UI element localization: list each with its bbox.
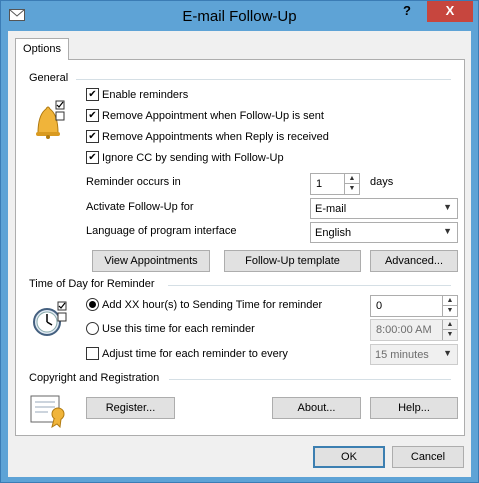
- checkbox-box[interactable]: [86, 109, 99, 122]
- spinner-down-icon[interactable]: ▼: [443, 306, 457, 316]
- checkbox-label: Enable reminders: [102, 88, 189, 101]
- certificate-ribbon-icon: [30, 395, 65, 428]
- add-hours-spinner[interactable]: 0 ▲ ▼: [370, 295, 458, 317]
- register-button[interactable]: Register...: [86, 397, 175, 419]
- general-divider: [76, 79, 451, 80]
- cancel-button[interactable]: Cancel: [392, 446, 464, 468]
- enable-reminders-checkbox[interactable]: Enable reminders: [86, 88, 188, 101]
- add-hours-radio[interactable]: Add XX hour(s) to Sending Time for remin…: [86, 298, 322, 311]
- spinner-arrows[interactable]: ▲ ▼: [442, 320, 457, 340]
- options-tab-panel: General Enable reminders Remove Appointm…: [15, 59, 465, 436]
- followup-template-button[interactable]: Follow-Up template: [224, 250, 361, 272]
- spinner-up-icon[interactable]: ▲: [443, 296, 457, 306]
- activate-followup-select[interactable]: E-mail ▼: [310, 198, 458, 219]
- select-value: English: [315, 227, 352, 239]
- activate-followup-label: Activate Follow-Up for: [86, 201, 194, 213]
- tab-options[interactable]: Options: [15, 38, 69, 60]
- checkbox-box[interactable]: [86, 347, 99, 360]
- spinner-down-icon[interactable]: ▼: [443, 330, 457, 340]
- general-group-label: General: [29, 72, 69, 84]
- dialog-window: E-mail Follow-Up ? X Options General Ena…: [0, 0, 479, 483]
- chevron-down-icon[interactable]: ▼: [443, 226, 452, 236]
- checkbox-box[interactable]: [86, 151, 99, 164]
- spinner-up-icon[interactable]: ▲: [443, 320, 457, 330]
- reminder-time-spinner[interactable]: 8:00:00 AM ▲ ▼: [370, 319, 458, 341]
- checkbox-box[interactable]: [86, 130, 99, 143]
- help-button[interactable]: Help...: [370, 397, 458, 419]
- reminder-occurs-label: Reminder occurs in: [86, 176, 181, 188]
- clock-checklist-icon: [33, 301, 67, 336]
- help-titlebar-button[interactable]: ?: [388, 1, 426, 22]
- checkbox-box[interactable]: [86, 88, 99, 101]
- language-select[interactable]: English ▼: [310, 222, 458, 243]
- spinner-arrows[interactable]: ▲ ▼: [442, 296, 457, 316]
- checkbox-label: Ignore CC by sending with Follow-Up: [102, 151, 284, 164]
- bell-checklist-icon: [36, 100, 65, 139]
- spinner-value[interactable]: 8:00:00 AM: [376, 324, 432, 336]
- select-value: 15 minutes: [375, 349, 429, 361]
- remove-on-sent-checkbox[interactable]: Remove Appointment when Follow-Up is sen…: [86, 109, 324, 122]
- adjust-interval-select[interactable]: 15 minutes ▼: [370, 344, 458, 365]
- ignore-cc-checkbox[interactable]: Ignore CC by sending with Follow-Up: [86, 151, 284, 164]
- spinner-up-icon[interactable]: ▲: [345, 174, 359, 184]
- spinner-value[interactable]: 0: [376, 300, 382, 312]
- adjust-time-checkbox[interactable]: Adjust time for each reminder to every: [86, 347, 288, 360]
- select-value: E-mail: [315, 203, 347, 215]
- days-unit-label: days: [370, 176, 394, 188]
- remove-on-reply-checkbox[interactable]: Remove Appointments when Reply is receiv…: [86, 130, 329, 143]
- radio-label: Add XX hour(s) to Sending Time for remin…: [102, 298, 323, 311]
- chevron-down-icon[interactable]: ▼: [443, 348, 452, 358]
- close-window-button[interactable]: X: [427, 1, 473, 22]
- checkbox-label: Adjust time for each reminder to every: [102, 347, 288, 360]
- checkbox-label: Remove Appointments when Reply is receiv…: [102, 130, 329, 143]
- copyright-group-label: Copyright and Registration: [29, 372, 160, 384]
- copyright-divider: [169, 379, 451, 380]
- spinner-down-icon[interactable]: ▼: [345, 184, 359, 194]
- chevron-down-icon[interactable]: ▼: [443, 202, 452, 212]
- time-of-day-divider: [168, 285, 451, 286]
- checkbox-label: Remove Appointment when Follow-Up is sen…: [102, 109, 324, 122]
- view-appointments-button[interactable]: View Appointments: [92, 250, 210, 272]
- advanced-button[interactable]: Advanced...: [370, 250, 458, 272]
- time-of-day-group-label: Time of Day for Reminder: [29, 278, 155, 290]
- about-button[interactable]: About...: [272, 397, 361, 419]
- language-label: Language of program interface: [86, 225, 237, 237]
- dialog-client-area: Options General Enable reminders Remove …: [8, 31, 471, 477]
- reminder-days-spinner[interactable]: 1 ▲ ▼: [310, 173, 360, 195]
- use-time-radio[interactable]: Use this time for each reminder: [86, 322, 255, 335]
- radio-dot[interactable]: [86, 298, 99, 311]
- radio-label: Use this time for each reminder: [102, 322, 255, 335]
- radio-dot[interactable]: [86, 322, 99, 335]
- title-bar[interactable]: E-mail Follow-Up ? X: [1, 1, 478, 31]
- spinner-arrows[interactable]: ▲ ▼: [344, 174, 359, 194]
- spinner-value[interactable]: 1: [316, 178, 322, 190]
- ok-button[interactable]: OK: [313, 446, 385, 468]
